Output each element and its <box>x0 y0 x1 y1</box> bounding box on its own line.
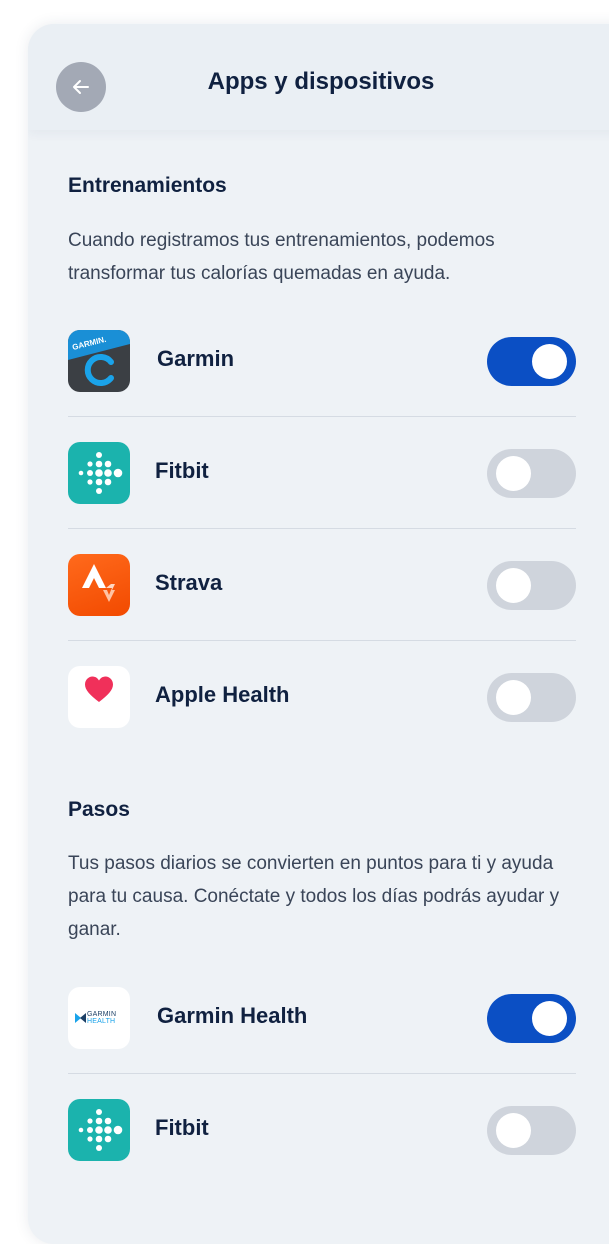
toggle-strava[interactable] <box>487 561 576 610</box>
toggle-fitbit[interactable] <box>487 449 576 498</box>
page-header: Apps y dispositivos <box>28 24 609 130</box>
toggle-knob <box>496 456 531 491</box>
app-name-fitbit: Fitbit <box>155 458 209 483</box>
garmin-health-logo-text: GARMIN HEALTH <box>87 1011 117 1025</box>
toggle-apple-health[interactable] <box>487 673 576 722</box>
toggle-knob <box>496 568 531 603</box>
toggle-knob <box>496 1113 531 1148</box>
strava-icon <box>68 554 130 616</box>
toggle-fitbit-steps[interactable] <box>487 1106 576 1155</box>
garmin-connect-icon: GARMIN. <box>68 330 130 392</box>
app-name-strava: Strava <box>155 570 223 595</box>
section-description-pasos: Tus pasos diarios se convierten en punto… <box>68 853 560 940</box>
toggle-knob <box>532 1001 567 1036</box>
garmin-health-icon: GARMIN HEALTH <box>68 987 130 1049</box>
toggle-garmin-health[interactable] <box>487 994 576 1043</box>
toggle-garmin[interactable] <box>487 337 576 386</box>
app-row-fitbit: Fitbit <box>68 417 576 529</box>
section-title-pasos: Pasos <box>68 798 130 821</box>
section-description-entrenamientos: Cuando registramos tus entrenamientos, p… <box>68 230 495 284</box>
app-row-apple-health: Apple Health <box>68 641 576 753</box>
app-name-apple-health: Apple Health <box>155 682 290 707</box>
app-row-strava: Strava <box>68 529 576 641</box>
app-name-garmin-health: Garmin Health <box>157 1003 308 1028</box>
app-row-garmin: GARMIN. Garmin <box>68 305 576 417</box>
app-name-fitbit-steps: Fitbit <box>155 1115 209 1140</box>
fitbit-icon <box>68 442 130 504</box>
app-row-garmin-health: GARMIN HEALTH Garmin Health <box>68 962 576 1074</box>
app-row-fitbit-steps: Fitbit <box>68 1074 576 1186</box>
app-name-garmin: Garmin <box>157 346 235 371</box>
page-title: Apps y dispositivos <box>207 68 435 95</box>
settings-panel: Apps y dispositivos Entrenamientos Cuand… <box>28 24 609 1244</box>
section-title-entrenamientos: Entrenamientos <box>68 174 227 197</box>
toggle-knob <box>496 680 531 715</box>
fitbit-icon <box>68 1099 130 1161</box>
apple-health-heart-icon <box>68 666 130 728</box>
toggle-knob <box>532 344 567 379</box>
